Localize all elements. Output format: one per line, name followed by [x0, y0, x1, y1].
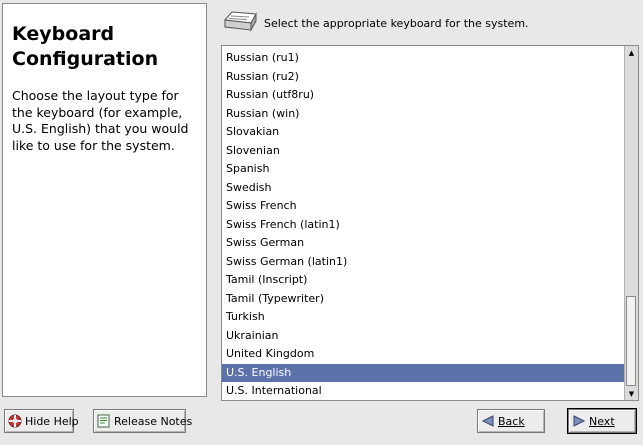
list-item[interactable]: Russian (win)	[222, 105, 625, 124]
list-item[interactable]: Swiss German (latin1)	[222, 253, 625, 272]
list-item[interactable]: Ukrainian	[222, 327, 625, 346]
help-panel: Keyboard Configuration Choose the layout…	[2, 3, 207, 397]
keyboard-listbox[interactable]: Russian (ru1) Russian (ru2) Russian (utf8r…	[221, 45, 639, 401]
scrollbar-thumb[interactable]	[626, 296, 636, 386]
help-text: Choose the layout type for the keyboard …	[12, 88, 189, 153]
release-notes-label: Release Notes	[114, 414, 193, 428]
next-arrow-icon	[572, 414, 586, 428]
scroll-up-arrow-icon[interactable]: ▲	[625, 46, 638, 59]
scroll-down-arrow-icon[interactable]: ▼	[625, 387, 638, 400]
list-item[interactable]: Slovakian	[222, 123, 625, 142]
keyboard-icon	[222, 10, 258, 34]
back-button[interactable]: Back	[477, 409, 545, 433]
hide-help-label: Hide Help	[25, 414, 79, 428]
next-label: Next	[589, 414, 615, 428]
help-title: Keyboard Configuration	[12, 23, 159, 70]
notes-icon	[97, 414, 111, 428]
hide-help-button[interactable]: Hide Help	[4, 409, 79, 433]
list-item[interactable]: Swiss French (latin1)	[222, 216, 625, 235]
list-item[interactable]: Tamil (Typewriter)	[222, 290, 625, 309]
vertical-scrollbar[interactable]: ▲ ▼	[624, 46, 638, 400]
list-item[interactable]: Russian (ru2)	[222, 68, 625, 87]
list-item[interactable]: Slovenian	[222, 142, 625, 161]
list-item[interactable]: Turkish	[222, 308, 625, 327]
list-item[interactable]: U.S. International	[222, 382, 625, 400]
back-label: Back	[498, 414, 525, 428]
list-item[interactable]: Spanish	[222, 160, 625, 179]
list-item[interactable]: Swiss French	[222, 197, 625, 216]
list-item[interactable]: Tamil (Inscript)	[222, 271, 625, 290]
list-item[interactable]: Russian (ru1)	[222, 49, 625, 68]
keyboard-list: Russian (ru1) Russian (ru2) Russian (utf8r…	[222, 49, 625, 400]
list-item[interactable]: Russian (utf8ru)	[222, 86, 625, 105]
release-notes-button[interactable]: Release Notes	[93, 409, 192, 433]
list-item[interactable]: Swedish	[222, 179, 625, 198]
back-arrow-icon	[481, 414, 495, 428]
lifebuoy-icon	[8, 414, 22, 428]
next-button[interactable]: Next	[567, 408, 637, 434]
header-instruction: Select the appropriate keyboard for the …	[264, 17, 529, 30]
list-item[interactable]: Swiss German	[222, 234, 625, 253]
list-item[interactable]: United Kingdom	[222, 345, 625, 364]
list-item-selected[interactable]: U.S. English	[222, 363, 625, 382]
